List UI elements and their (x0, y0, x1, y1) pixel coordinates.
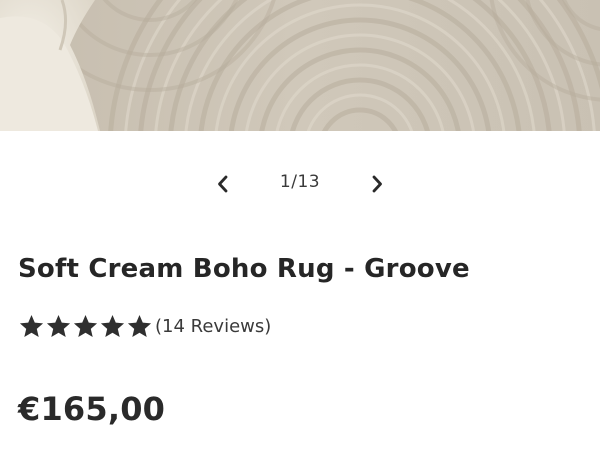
star-icon (73, 314, 98, 337)
chevron-right-icon (372, 175, 382, 193)
total-image-count: 13 (297, 172, 321, 192)
image-counter: 1/13 (260, 172, 340, 192)
product-title: Soft Cream Boho Rug - Groove (18, 254, 470, 284)
star-rating (18, 313, 153, 340)
chevron-left-icon (218, 175, 228, 193)
star-icon (127, 314, 152, 337)
product-price: €165,00 (18, 390, 166, 428)
gallery-pager: 1/13 (0, 164, 600, 204)
star-icon (19, 314, 44, 337)
previous-image-button[interactable] (209, 170, 237, 198)
star-icon (100, 314, 125, 337)
reviews-link[interactable]: (14 Reviews) (155, 316, 271, 337)
next-image-button[interactable] (363, 170, 391, 198)
star-icon (46, 314, 71, 337)
current-image-number: 1 (279, 172, 292, 192)
product-rating: (14 Reviews) (18, 311, 271, 341)
product-image[interactable] (0, 0, 600, 131)
rug-photo (0, 0, 600, 131)
